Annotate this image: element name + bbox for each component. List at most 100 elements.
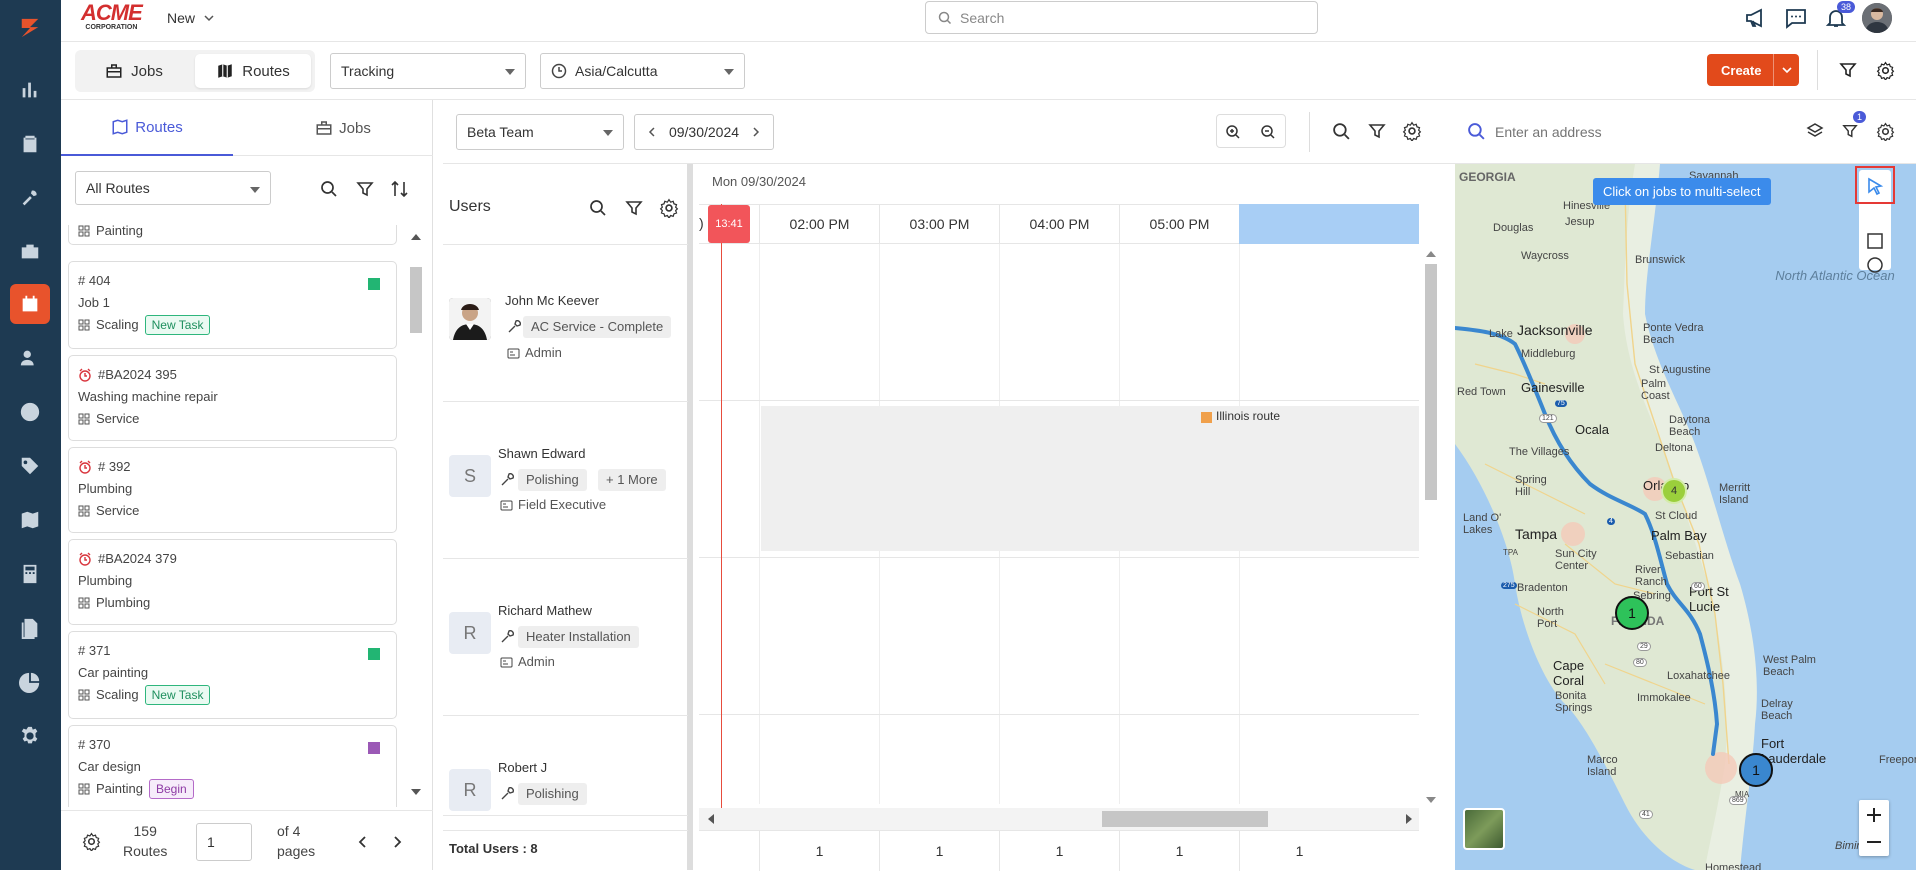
user-row[interactable]: R Robert J Polishing xyxy=(443,716,688,816)
next-page-icon[interactable] xyxy=(391,835,403,849)
app-logo-icon[interactable] xyxy=(10,8,50,48)
jobs-clipboard-icon[interactable] xyxy=(10,124,50,164)
gear-icon[interactable] xyxy=(1876,61,1895,80)
user-avatar[interactable] xyxy=(1862,3,1892,33)
calculator-icon[interactable] xyxy=(10,554,50,594)
scroll-thumb[interactable] xyxy=(410,267,422,333)
timezone-select[interactable]: Asia/Calcutta xyxy=(540,53,745,89)
users-icon[interactable] xyxy=(10,338,50,378)
global-search-input[interactable]: Search xyxy=(925,1,1318,34)
card-category: Painting xyxy=(96,781,143,796)
search-icon[interactable] xyxy=(320,180,338,198)
create-label: Create xyxy=(1721,62,1762,78)
user-row[interactable]: R Richard Mathew Heater Installation Adm… xyxy=(443,559,688,716)
scroll-left-icon[interactable] xyxy=(705,811,717,827)
reports-pie-icon[interactable] xyxy=(10,662,50,702)
card-category: Service xyxy=(96,503,140,518)
zoom-out-icon[interactable] xyxy=(1863,831,1885,853)
list-scrollbar[interactable] xyxy=(408,225,424,807)
route-card[interactable]: # 370 Car design Painting Begin xyxy=(68,725,397,807)
next-date-icon[interactable] xyxy=(751,126,761,138)
route-block[interactable]: Illinois route xyxy=(761,406,1419,551)
megaphone-icon[interactable] xyxy=(1744,6,1768,30)
map-canvas[interactable]: GEORGIA Savannah Hinesville Jesup Dougla… xyxy=(1455,164,1916,870)
time-clock-icon[interactable] xyxy=(10,392,50,432)
search-icon[interactable] xyxy=(589,199,607,217)
route-card[interactable]: # 392 Plumbing Service xyxy=(68,447,397,533)
filter-icon[interactable] xyxy=(1842,123,1858,139)
job-marker[interactable]: 1 xyxy=(1739,753,1773,787)
job-cluster-marker[interactable]: 4 xyxy=(1661,478,1687,504)
card-id: # 371 xyxy=(78,643,111,658)
new-dropdown-button[interactable]: New xyxy=(167,10,215,26)
wrench-icon xyxy=(501,473,514,486)
user-row[interactable]: S Shawn Edward Polishing + 1 More Field … xyxy=(443,402,688,559)
zoom-out-icon[interactable] xyxy=(1260,124,1276,140)
filter-icon[interactable] xyxy=(625,199,643,217)
route-card[interactable]: # 404 Job 1 Scaling New Task xyxy=(68,261,397,349)
tag-icon[interactable] xyxy=(10,446,50,486)
timeline-vertical-scrollbar[interactable] xyxy=(1423,244,1439,808)
scroll-thumb[interactable] xyxy=(1102,811,1268,827)
more-skills-chip[interactable]: + 1 More xyxy=(598,469,666,491)
id-card-icon xyxy=(507,348,520,359)
timeline-horizontal-scrollbar[interactable] xyxy=(699,808,1419,830)
tools-icon[interactable] xyxy=(10,178,50,218)
mode-select[interactable]: Tracking xyxy=(330,53,526,89)
job-marker[interactable]: 1 xyxy=(1615,596,1649,630)
map-folded-icon xyxy=(112,119,128,135)
filter-icon[interactable] xyxy=(1839,61,1857,79)
gear-icon[interactable] xyxy=(82,832,101,851)
date-picker[interactable]: 09/30/2024 xyxy=(634,114,774,150)
team-select[interactable]: Beta Team xyxy=(456,114,624,150)
route-card[interactable]: #BA2024 395 Washing machine repair Servi… xyxy=(68,355,397,441)
selected-date: 09/30/2024 xyxy=(668,124,740,140)
settings-gear-icon[interactable] xyxy=(10,716,50,756)
scroll-up-icon[interactable] xyxy=(408,231,424,243)
color-indicator xyxy=(368,648,380,660)
brand-logo[interactable]: ACME CORPORATION xyxy=(81,2,143,32)
rectangle-tool-icon[interactable] xyxy=(1864,230,1886,252)
prev-page-icon[interactable] xyxy=(357,835,369,849)
inventory-icon[interactable] xyxy=(10,232,50,272)
scroll-down-icon[interactable] xyxy=(408,786,424,798)
sort-icon[interactable] xyxy=(390,180,410,198)
address-search-input[interactable] xyxy=(1495,118,1745,146)
scroll-down-icon[interactable] xyxy=(1423,794,1439,806)
zoom-in-icon[interactable] xyxy=(1863,804,1885,826)
page-number-input[interactable]: 1 xyxy=(196,823,252,861)
grid-icon xyxy=(78,413,90,425)
scheduler-calendar-icon[interactable] xyxy=(10,284,50,324)
scroll-up-icon[interactable] xyxy=(1423,248,1439,260)
chat-icon[interactable] xyxy=(1784,6,1808,30)
dashboard-icon[interactable] xyxy=(10,70,50,110)
circle-tool-icon[interactable] xyxy=(1864,254,1886,276)
route-card-partial[interactable]: Painting xyxy=(68,225,397,245)
route-card[interactable]: #BA2024 379 Plumbing Plumbing xyxy=(68,539,397,625)
chevron-down-icon[interactable] xyxy=(1773,54,1799,86)
satellite-view-toggle[interactable] xyxy=(1463,808,1505,850)
tab-routes-list[interactable]: Routes xyxy=(61,100,233,156)
map-icon[interactable] xyxy=(10,500,50,540)
gear-icon[interactable] xyxy=(1402,121,1422,141)
zoom-in-icon[interactable] xyxy=(1225,124,1241,140)
user-row[interactable]: John Mc Keever AC Service - Complete Adm… xyxy=(443,245,688,402)
create-button[interactable]: Create xyxy=(1707,54,1799,86)
documents-icon[interactable] xyxy=(10,608,50,648)
gear-icon[interactable] xyxy=(1876,122,1895,141)
search-icon[interactable] xyxy=(1332,122,1351,141)
tab-jobs-list[interactable]: Jobs xyxy=(257,100,429,156)
tab-jobs-label: Jobs xyxy=(131,62,163,80)
routes-filter-select[interactable]: All Routes xyxy=(75,171,271,205)
filter-icon[interactable] xyxy=(356,180,374,198)
tab-routes[interactable]: Routes xyxy=(195,54,311,88)
prev-date-icon[interactable] xyxy=(647,126,657,138)
pointer-select-icon[interactable] xyxy=(1864,176,1886,198)
scroll-right-icon[interactable] xyxy=(1403,811,1415,827)
layers-icon[interactable] xyxy=(1806,122,1824,140)
gear-icon[interactable] xyxy=(659,198,679,218)
tab-jobs[interactable]: Jobs xyxy=(79,54,189,88)
filter-icon[interactable] xyxy=(1368,122,1386,140)
scroll-thumb[interactable] xyxy=(1425,264,1437,500)
route-card[interactable]: # 371 Car painting Scaling New Task xyxy=(68,631,397,719)
